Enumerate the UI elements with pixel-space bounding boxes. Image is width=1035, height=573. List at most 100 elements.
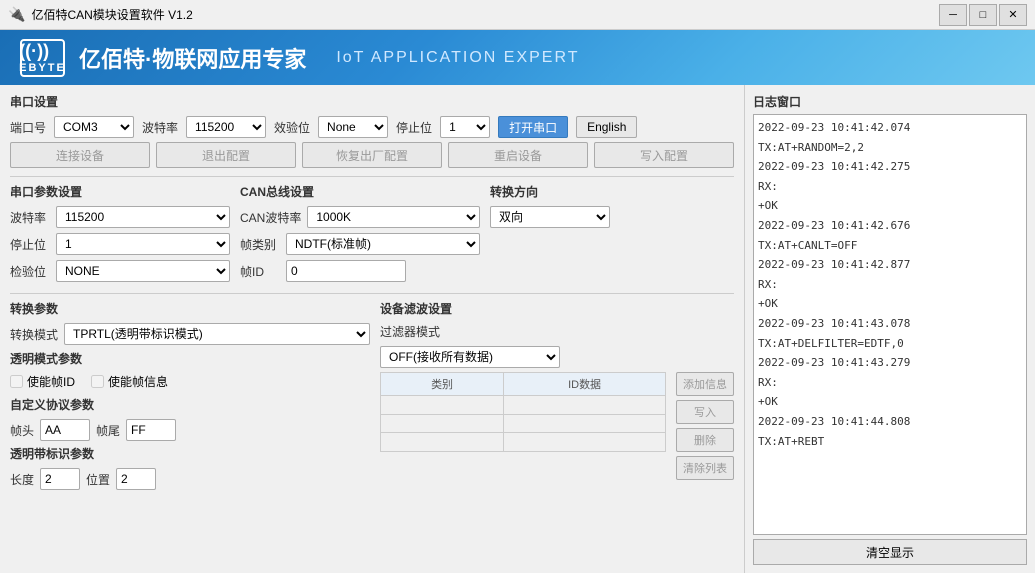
app-title: 亿佰特CAN模块设置软件 V1.2 — [31, 6, 192, 23]
log-title: 日志窗口 — [753, 93, 1027, 110]
mark-len-input[interactable] — [40, 468, 80, 490]
port-row: 端口号 COM3 波特率 115200 效验位 None 停止位 1 打开串口 … — [10, 116, 734, 138]
log-entry: TX:AT+RANDOM=2,2 — [758, 139, 1022, 157]
parity-label: 效验位 — [274, 119, 310, 136]
transparent-mark-row: 长度 位置 — [10, 468, 370, 490]
serial-params-title: 串口参数设置 — [10, 183, 230, 200]
log-entry: TX:AT+REBT — [758, 433, 1022, 451]
log-entry: 2022-09-23 10:41:42.676 — [758, 217, 1022, 235]
write-filter-button[interactable]: 写入 — [676, 400, 734, 424]
baud-select[interactable]: 115200 — [186, 116, 266, 138]
filter-col-type: 类别 — [381, 373, 504, 396]
filter-table-wrap: 类别 ID数据 — [380, 372, 666, 480]
can-id-input[interactable] — [286, 260, 406, 282]
exit-config-button[interactable]: 退出配置 — [156, 142, 296, 168]
convert-mode-select[interactable]: TPRTL(透明带标识模式) — [64, 323, 370, 345]
company-name: 亿佰特·物联网应用专家 — [79, 42, 306, 74]
can-params-title: CAN总线设置 — [240, 183, 480, 200]
log-entry: 2022-09-23 10:41:42.074 — [758, 119, 1022, 137]
log-area[interactable]: 2022-09-23 10:41:42.074TX:AT+RANDOM=2,22… — [753, 114, 1027, 535]
stop-label: 停止位 — [396, 119, 432, 136]
window-controls: ─ □ ✕ — [939, 4, 1027, 26]
serial-stop-label: 停止位 — [10, 236, 50, 253]
stop-select[interactable]: 1 — [440, 116, 490, 138]
transparent-param-title: 透明模式参数 — [10, 350, 370, 367]
minimize-button[interactable]: ─ — [939, 4, 967, 26]
parity-select[interactable]: None — [318, 116, 388, 138]
serial-parity-label: 检验位 — [10, 263, 50, 280]
open-port-button[interactable]: 打开串口 — [498, 116, 568, 138]
enable-frame-info-checkbox[interactable] — [91, 375, 104, 388]
can-frame-select[interactable]: NDTF(标准帧) — [286, 233, 480, 255]
serial-baud-select[interactable]: 115200 — [56, 206, 230, 228]
mark-pos-input[interactable] — [116, 468, 156, 490]
port-select[interactable]: COM3 — [54, 116, 134, 138]
transparent-checkbox-row: 使能帧ID 使能帧信息 — [10, 373, 370, 390]
log-entry: RX: — [758, 374, 1022, 392]
custom-proto-row: 帧头 帧尾 — [10, 419, 370, 441]
ebyte-label: EBYTE — [19, 62, 66, 74]
title-bar: 🔌 亿佰特CAN模块设置软件 V1.2 ─ □ ✕ — [0, 0, 1035, 30]
can-id-row: 帧ID — [240, 260, 480, 282]
connect-button[interactable]: 连接设备 — [10, 142, 150, 168]
mark-pos-label: 位置 — [86, 471, 110, 488]
mark-len-label: 长度 — [10, 471, 34, 488]
enable-frame-id-checkbox[interactable] — [10, 375, 23, 388]
log-entry: 2022-09-23 10:41:44.808 — [758, 413, 1022, 431]
frame-head-label: 帧头 — [10, 422, 34, 439]
frame-head-input[interactable] — [40, 419, 90, 441]
log-entry: RX: — [758, 178, 1022, 196]
convert-dir-select[interactable]: 双向 — [490, 206, 610, 228]
restore-factory-button[interactable]: 恢复出厂配置 — [302, 142, 442, 168]
clear-log-button[interactable]: 清空显示 — [753, 539, 1027, 565]
frame-tail-label: 帧尾 — [96, 422, 120, 439]
language-button[interactable]: English — [576, 116, 637, 138]
delete-filter-button[interactable]: 删除 — [676, 428, 734, 452]
serial-parity-row: 检验位 NONE — [10, 260, 230, 282]
main-content: 串口设置 端口号 COM3 波特率 115200 效验位 None 停止位 1 … — [0, 85, 1035, 573]
log-entry: RX: — [758, 276, 1022, 294]
port-section: 串口设置 端口号 COM3 波特率 115200 效验位 None 停止位 1 … — [10, 93, 734, 138]
custom-proto-title: 自定义协议参数 — [10, 396, 370, 413]
serial-params-section: 串口参数设置 波特率 115200 停止位 1 检验位 NONE — [10, 183, 230, 287]
maximize-button[interactable]: □ — [969, 4, 997, 26]
enable-frame-info-item[interactable]: 使能帧信息 — [91, 373, 168, 390]
filter-area: 类别 ID数据 添加信息 — [380, 372, 734, 480]
serial-parity-select[interactable]: NONE — [56, 260, 230, 282]
log-entry: TX:AT+DELFILTER=EDTF,0 — [758, 335, 1022, 353]
write-config-button[interactable]: 写入配置 — [594, 142, 734, 168]
log-entry: +OK — [758, 197, 1022, 215]
serial-stop-select[interactable]: 1 — [56, 233, 230, 255]
convert-dir-section: 转换方向 双向 — [490, 183, 620, 287]
convert-dir-title: 转换方向 — [490, 183, 620, 200]
convert-mode-label: 转换模式 — [10, 326, 58, 343]
log-entry: 2022-09-23 10:41:43.279 — [758, 354, 1022, 372]
can-baud-select[interactable]: 1000K — [307, 206, 480, 228]
company-slogan: IoT APPLICATION EXPERT — [336, 49, 579, 67]
header-bar: ((·)) EBYTE 亿佰特·物联网应用专家 IoT APPLICATION … — [0, 30, 1035, 85]
logo-icon-box: ((·)) EBYTE — [20, 39, 65, 77]
convert-param-title: 转换参数 — [10, 300, 370, 317]
convert-params-area: 转换参数 转换模式 TPRTL(透明带标识模式) 透明模式参数 使能帧ID — [10, 300, 370, 494]
filter-mode-select[interactable]: OFF(接收所有数据) — [380, 346, 560, 368]
convert-mode-row: 转换模式 TPRTL(透明带标识模式) — [10, 323, 370, 345]
can-baud-label: CAN波特率 — [240, 209, 301, 226]
can-params-section: CAN总线设置 CAN波特率 1000K 帧类别 NDTF(标准帧) 帧ID — [240, 183, 480, 287]
close-button[interactable]: ✕ — [999, 4, 1027, 26]
filter-mode-row: 过滤器模式 — [380, 323, 734, 340]
log-entry: TX:AT+CANLT=OFF — [758, 237, 1022, 255]
serial-baud-label: 波特率 — [10, 209, 50, 226]
filter-mode-label: 过滤器模式 — [380, 323, 440, 340]
log-entry: +OK — [758, 393, 1022, 411]
log-entry: 2022-09-23 10:41:43.078 — [758, 315, 1022, 333]
frame-tail-input[interactable] — [126, 419, 176, 441]
filter-col-id: ID数据 — [504, 373, 666, 396]
reset-device-button[interactable]: 重启设备 — [448, 142, 588, 168]
log-entry: 2022-09-23 10:41:42.275 — [758, 158, 1022, 176]
filter-table: 类别 ID数据 — [380, 372, 666, 452]
wifi-icon: ((·)) — [19, 41, 66, 62]
add-filter-button[interactable]: 添加信息 — [676, 372, 734, 396]
clear-filter-button[interactable]: 清除列表 — [676, 456, 734, 480]
baud-label: 波特率 — [142, 119, 178, 136]
enable-frame-id-item[interactable]: 使能帧ID — [10, 373, 75, 390]
